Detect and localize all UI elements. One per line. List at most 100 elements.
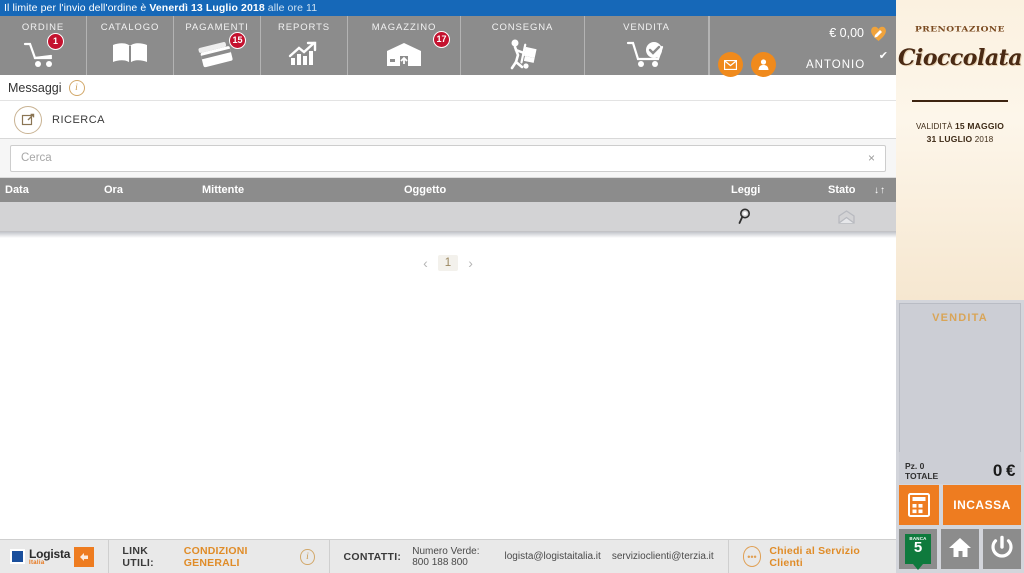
edit-square-icon[interactable] [14, 105, 42, 134]
nav-item-reports[interactable]: REPORTS [261, 16, 348, 75]
footer-links: LINK UTILI: CONDIZIONI GENERALI i [108, 540, 328, 573]
main-navigation: ORDINE 1 CATALOGO PAGAMENTI 15 REPORTS M… [0, 16, 896, 77]
cell-oggetto [404, 202, 724, 231]
validity-from: 15 MAGGIO [954, 121, 1005, 131]
contacts-label: CONTATTI: [343, 550, 402, 563]
column-header-mittente[interactable]: Mittente [202, 184, 244, 196]
power-icon [990, 535, 1014, 564]
support-label[interactable]: Chiedi al Servizio Clienti [769, 545, 882, 569]
cell-ora [104, 202, 199, 231]
column-header-data[interactable]: Data [5, 184, 29, 196]
column-header-oggetto[interactable]: Oggetto [404, 184, 446, 196]
user-name: ANTONIO [806, 58, 866, 71]
nav-label-ordine: ORDINE [21, 22, 65, 33]
cell-data [5, 202, 100, 231]
column-header-stato[interactable]: Stato [828, 184, 856, 196]
wallet-area[interactable]: € 0,00 [829, 24, 888, 42]
nav-item-catalogo[interactable]: CATALOGO [87, 16, 174, 75]
nav-label-reports: REPORTS [277, 22, 331, 33]
nav-label-catalogo: CATALOGO [100, 22, 160, 33]
promo-title: Cioccolata [897, 45, 1023, 71]
nav-item-vendita[interactable]: VENDITA [585, 16, 709, 75]
calculator-icon[interactable] [899, 485, 939, 525]
table-row[interactable] [0, 202, 896, 232]
search-input[interactable] [19, 151, 866, 165]
nav-item-magazzino[interactable]: MAGAZZINO 17 [348, 16, 461, 75]
promo-validity: VALIDITÀ 15 MAGGIO 31 LUGLIO 2018 [896, 120, 1024, 146]
total-label: TOTALE [905, 471, 939, 481]
contacts-phone: Numero Verde: 800 188 800 [412, 545, 480, 568]
power-button[interactable] [983, 529, 1021, 569]
ricerca-row: RICERCA [0, 101, 896, 139]
book-icon [87, 33, 173, 75]
chat-bubble-icon: ••• [742, 546, 762, 567]
right-sidebar: PRENOTAZIONE Cioccolata VALIDITÀ 15 MAGG… [896, 0, 1024, 573]
nav-item-pagamenti[interactable]: PAGAMENTI 15 [174, 16, 261, 75]
table-shadow [0, 232, 896, 238]
contacts-email-2[interactable]: servizioclienti@terzia.it [612, 551, 714, 562]
delivery-icon [461, 33, 584, 75]
promo-banner[interactable]: PRENOTAZIONE Cioccolata VALIDITÀ 15 MAGG… [896, 0, 1024, 300]
deadline-suffix: alle ore 11 [264, 2, 318, 14]
envelope-open-icon[interactable] [838, 202, 855, 231]
vendita-header: VENDITA [932, 312, 988, 324]
footer-support[interactable]: ••• Chiedi al Servizio Clienti [729, 540, 896, 573]
vendita-panel: VENDITA [899, 303, 1021, 453]
sort-toggle-icon[interactable]: ↓↑ [874, 185, 886, 196]
pagination-prev[interactable]: ‹ [423, 255, 428, 271]
validity-label: VALIDITÀ [915, 122, 955, 131]
search-box[interactable]: × [10, 144, 886, 172]
nav-label-consegna: CONSEGNA [491, 22, 554, 33]
home-button[interactable] [941, 529, 979, 569]
deadline-date: Venerdì 13 Luglio 2018 [149, 2, 265, 14]
heart-pen-icon [869, 24, 888, 42]
nav-badge-pagamenti: 15 [229, 32, 246, 49]
totals-row: Pz. 0 TOTALE 0 € [899, 452, 1021, 484]
pagination-page-1[interactable]: 1 [437, 255, 459, 271]
sidebar-bottom-actions: BANCA 5 [899, 529, 1021, 570]
footer: Logista Italia LINK UTILI: CONDIZIONI GE… [0, 539, 896, 573]
user-icon[interactable] [751, 52, 776, 77]
banca5-number: 5 [913, 539, 923, 556]
page-title: Messaggi [8, 80, 62, 95]
envelope-icon[interactable] [718, 52, 743, 77]
ricerca-label: RICERCA [52, 113, 106, 126]
column-header-leggi[interactable]: Leggi [731, 184, 760, 196]
cell-mittente [202, 202, 397, 231]
nav-label-vendita: VENDITA [623, 22, 670, 33]
incassa-button[interactable]: INCASSA [943, 485, 1021, 525]
banca5-icon: BANCA 5 [905, 534, 931, 570]
user-panel: € 0,00 ANTONIO ✔ [709, 16, 896, 77]
nav-item-ordine[interactable]: ORDINE 1 [0, 16, 87, 75]
total-value: 0 € [992, 461, 1016, 480]
nav-badge-magazzino: 17 [433, 31, 450, 48]
footer-info-icon[interactable]: i [300, 548, 315, 565]
logista-logo[interactable]: Logista Italia [0, 540, 108, 573]
column-header-ora[interactable]: Ora [104, 184, 123, 196]
magnifier-icon[interactable] [738, 202, 754, 231]
nav-item-consegna[interactable]: CONSEGNA [461, 16, 585, 75]
link-condizioni-generali[interactable]: CONDIZIONI GENERALI [184, 545, 292, 569]
contacts-email-1[interactable]: logista@logistaitalia.it [505, 551, 601, 562]
validity-year: 2018 [972, 135, 994, 144]
logista-mark-icon [74, 546, 95, 567]
info-icon[interactable]: i [68, 79, 85, 96]
user-row: ANTONIO [718, 52, 888, 77]
search-bar: × [0, 139, 896, 178]
pagination-next[interactable]: › [468, 255, 473, 271]
promo-divider [912, 100, 1008, 102]
deadline-prefix: Il limite per l'invio dell'ordine è [4, 2, 150, 14]
clear-search-icon[interactable]: × [866, 151, 877, 165]
logista-brand-name: Logista [29, 546, 71, 561]
home-icon [948, 536, 972, 563]
warehouse-icon: 17 [348, 31, 460, 75]
validity-to: 31 LUGLIO [926, 134, 973, 144]
pieces-label: Pz. 0 [905, 461, 925, 471]
credit-card-icon: 15 [174, 32, 260, 75]
chart-arrow-icon [261, 33, 347, 75]
banca5-button[interactable]: BANCA 5 [899, 529, 937, 570]
main-column: Il limite per l'invio dell'ordine è Vene… [0, 0, 896, 573]
cart-alert-icon: 1 [0, 33, 86, 75]
messages-table-header: Data Ora Mittente Oggetto Leggi Stato ↓↑ [0, 178, 896, 202]
pagination: ‹ 1 › [0, 246, 896, 280]
